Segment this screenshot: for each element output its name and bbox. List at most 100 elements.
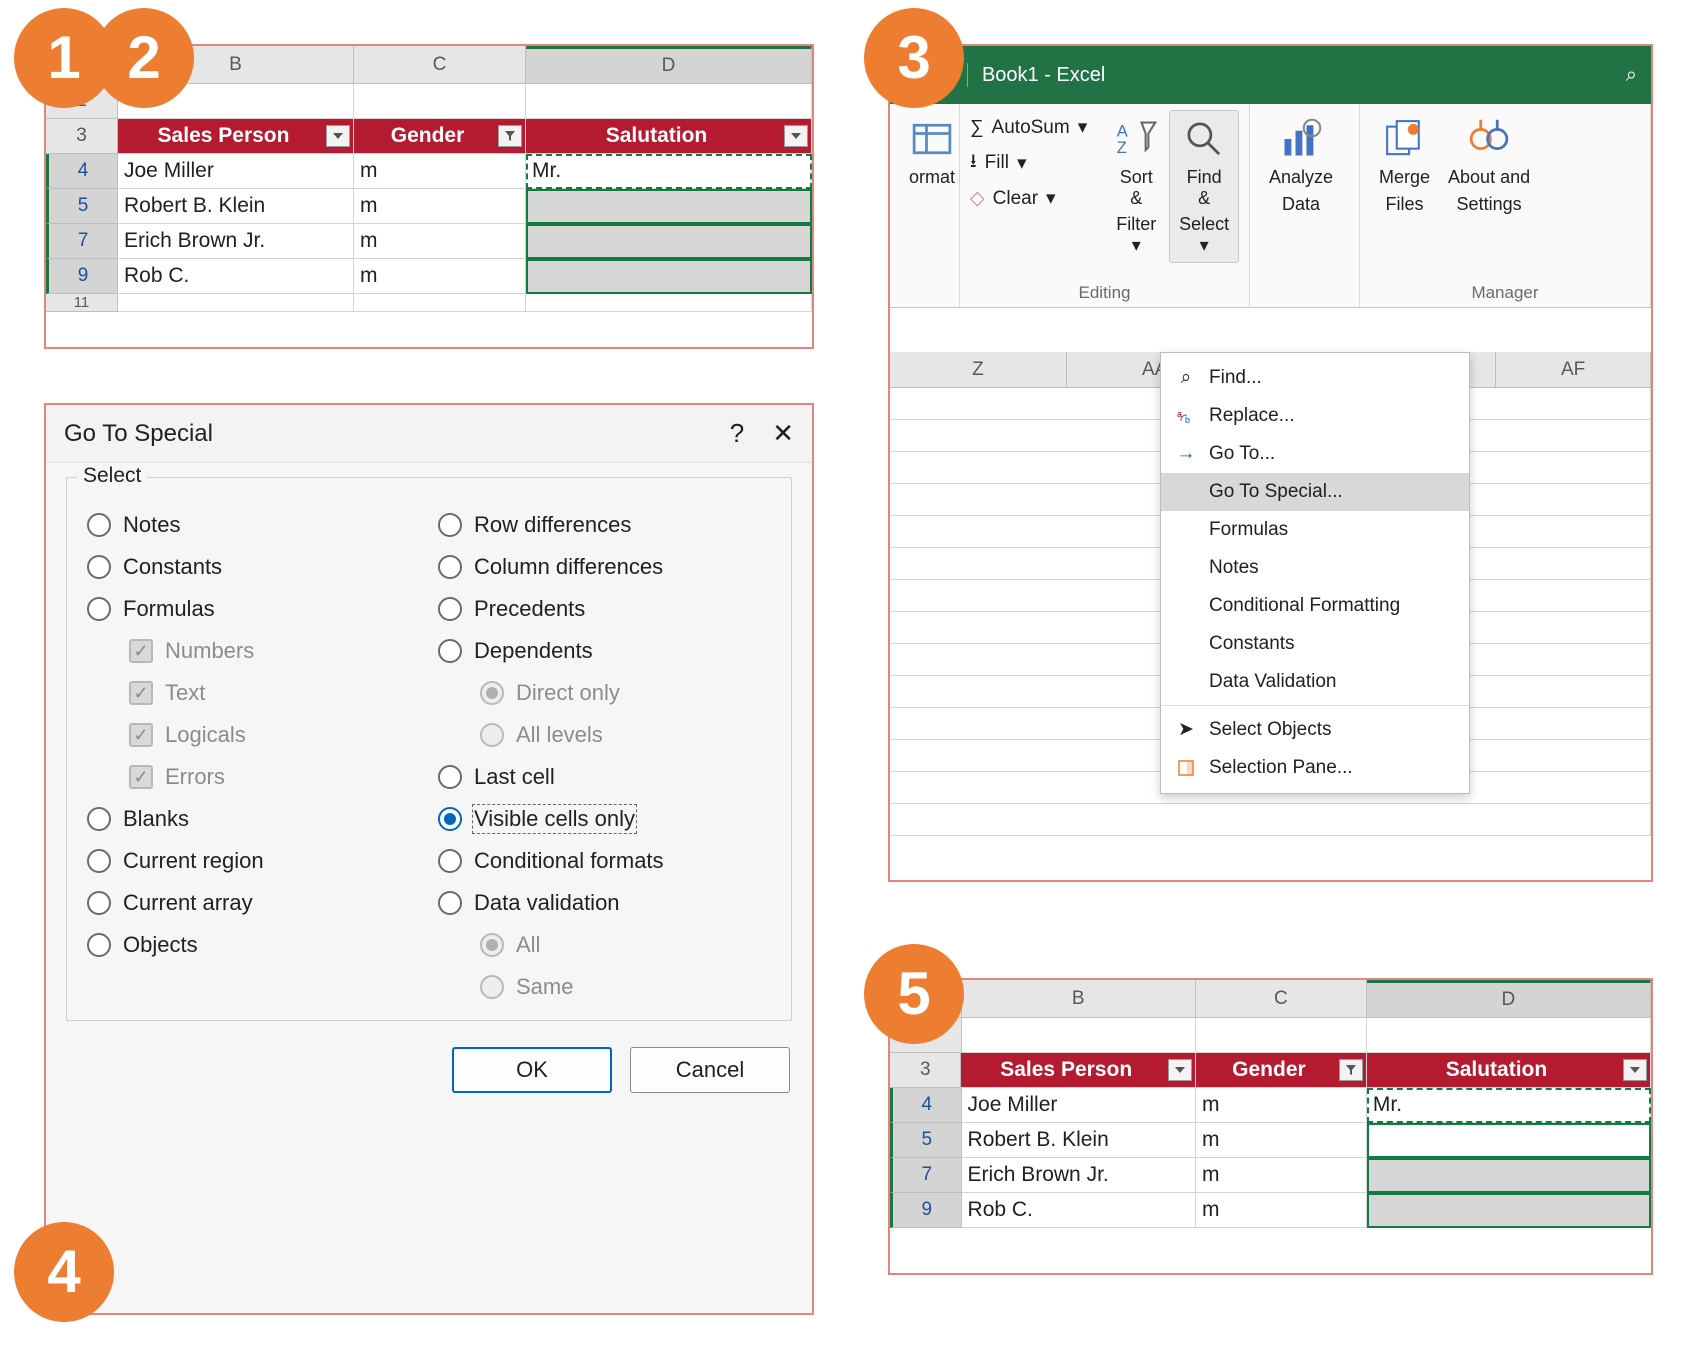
dd-notes[interactable]: Notes <box>1161 549 1469 587</box>
cell-gender[interactable]: m <box>1196 1123 1367 1158</box>
dd-select-objects[interactable]: ➤Select Objects <box>1161 710 1469 749</box>
row-header-3[interactable]: 3 <box>890 1053 961 1088</box>
row-header-9[interactable]: 9 <box>890 1193 962 1228</box>
cell-empty[interactable] <box>526 294 812 312</box>
header-sales-person[interactable]: Sales Person <box>118 119 354 154</box>
cell-person[interactable]: Rob C. <box>962 1193 1196 1228</box>
row-header-3[interactable]: 3 <box>46 119 118 154</box>
about-settings-button[interactable]: About and Settings <box>1439 110 1539 221</box>
dd-conditional-formatting[interactable]: Conditional Formatting <box>1161 587 1469 625</box>
header-salutation[interactable]: Salutation <box>1367 1053 1651 1088</box>
col-header-c[interactable]: C <box>354 46 526 84</box>
cell-gender[interactable]: m <box>354 259 526 294</box>
col-header-c[interactable]: C <box>1196 980 1367 1018</box>
cell-gender[interactable]: m <box>1196 1158 1367 1193</box>
cell-salutation-selected[interactable] <box>1367 1193 1651 1228</box>
row-header-5[interactable]: 5 <box>890 1123 962 1158</box>
cell-salutation-selected[interactable] <box>526 259 812 294</box>
cell-salutation-selected[interactable] <box>526 189 812 224</box>
cell-salutation-selected[interactable] <box>526 224 812 259</box>
option-visible-cells-only[interactable]: Visible cells only <box>434 798 775 840</box>
cell-gender[interactable]: m <box>354 154 526 189</box>
col-header-af[interactable]: AF <box>1496 352 1651 388</box>
cancel-button[interactable]: Cancel <box>630 1047 790 1093</box>
option-notes[interactable]: Notes <box>83 504 424 546</box>
filter-button-icon[interactable] <box>1168 1059 1192 1081</box>
option-current-region[interactable]: Current region <box>83 840 424 882</box>
format-button[interactable]: ormat <box>900 110 964 195</box>
search-icon[interactable]: ⌕ <box>1626 64 1637 87</box>
cell-person[interactable]: Joe Miller <box>118 154 354 189</box>
cell-gender[interactable]: m <box>354 224 526 259</box>
radio-icon <box>87 933 111 957</box>
cell-person[interactable]: Erich Brown Jr. <box>962 1158 1196 1193</box>
cell-salutation-selected[interactable] <box>1367 1123 1651 1158</box>
close-icon[interactable]: ✕ <box>772 418 794 449</box>
col-header-d[interactable]: D <box>1367 980 1651 1018</box>
cell-gender[interactable]: m <box>1196 1193 1367 1228</box>
col-header-d[interactable]: D <box>526 46 812 84</box>
cell-person[interactable]: Erich Brown Jr. <box>118 224 354 259</box>
dd-find[interactable]: ⌕Find... <box>1161 359 1469 397</box>
merge-files-button[interactable]: Merge Files <box>1370 110 1439 221</box>
col-header-z[interactable]: Z <box>890 352 1067 388</box>
option-conditional-formats[interactable]: Conditional formats <box>434 840 775 882</box>
option-row-differences[interactable]: Row differences <box>434 504 775 546</box>
dd-goto[interactable]: →Go To... <box>1161 435 1469 473</box>
cell-person[interactable]: Robert B. Klein <box>118 189 354 224</box>
option-formulas[interactable]: Formulas <box>83 588 424 630</box>
row-header-7[interactable]: 7 <box>46 224 118 259</box>
header-sales-person[interactable]: Sales Person <box>961 1053 1195 1088</box>
dd-constants[interactable]: Constants <box>1161 625 1469 663</box>
filter-button-icon[interactable] <box>1623 1059 1647 1081</box>
cell-salutation-active[interactable]: Mr. <box>526 154 812 189</box>
option-objects[interactable]: Objects <box>83 924 424 966</box>
dd-data-validation[interactable]: Data Validation <box>1161 663 1469 701</box>
cell-c2[interactable] <box>354 84 526 119</box>
option-precedents[interactable]: Precedents <box>434 588 775 630</box>
option-blanks[interactable]: Blanks <box>83 798 424 840</box>
cell-person[interactable]: Robert B. Klein <box>962 1123 1196 1158</box>
ok-button[interactable]: OK <box>452 1047 612 1093</box>
cell-person[interactable]: Joe Miller <box>962 1088 1196 1123</box>
cell-empty[interactable] <box>118 294 354 312</box>
dd-replace[interactable]: abReplace... <box>1161 397 1469 435</box>
header-gender[interactable]: Gender <box>1196 1053 1367 1088</box>
option-dependents[interactable]: Dependents <box>434 630 775 672</box>
option-constants[interactable]: Constants <box>83 546 424 588</box>
dd-formulas[interactable]: Formulas <box>1161 511 1469 549</box>
header-gender[interactable]: Gender <box>354 119 526 154</box>
row-header-4[interactable]: 4 <box>890 1088 962 1123</box>
col-header-b[interactable]: B <box>962 980 1196 1018</box>
cell-empty[interactable] <box>354 294 526 312</box>
cell-salutation-active[interactable]: Mr. <box>1367 1088 1651 1123</box>
cell-d2[interactable] <box>526 84 812 119</box>
help-button[interactable]: ? <box>730 418 744 449</box>
row-header-11[interactable]: 11 <box>46 294 118 312</box>
fill-item[interactable]: ⭳Fill▾ <box>970 147 1087 179</box>
header-salutation[interactable]: Salutation <box>526 119 812 154</box>
option-data-validation[interactable]: Data validation <box>434 882 775 924</box>
option-column-differences[interactable]: Column differences <box>434 546 775 588</box>
filter-button-icon[interactable] <box>784 125 808 147</box>
filter-button-icon[interactable] <box>326 125 350 147</box>
row-header-5[interactable]: 5 <box>46 189 118 224</box>
autosum-item[interactable]: ∑AutoSum▾ <box>970 116 1087 139</box>
cell-salutation-selected[interactable] <box>1367 1158 1651 1193</box>
cell-person[interactable]: Rob C. <box>118 259 354 294</box>
find-select-button[interactable]: Find & Select ▾ <box>1169 110 1239 263</box>
dd-selection-pane[interactable]: Selection Pane... <box>1161 749 1469 787</box>
option-last-cell[interactable]: Last cell <box>434 756 775 798</box>
row-header-7[interactable]: 7 <box>890 1158 962 1193</box>
filter-applied-icon[interactable] <box>1339 1059 1363 1081</box>
sort-filter-button[interactable]: AZ Sort & Filter ▾ <box>1105 110 1167 263</box>
row-header-9[interactable]: 9 <box>46 259 118 294</box>
option-current-array[interactable]: Current array <box>83 882 424 924</box>
dd-goto-special[interactable]: Go To Special... <box>1161 473 1469 511</box>
cell-gender[interactable]: m <box>1196 1088 1367 1123</box>
row-header-4[interactable]: 4 <box>46 154 118 189</box>
cell-gender[interactable]: m <box>354 189 526 224</box>
clear-item[interactable]: ◇Clear▾ <box>970 187 1087 210</box>
analyze-data-button[interactable]: Analyze Data <box>1260 110 1342 221</box>
filter-applied-icon[interactable] <box>498 125 522 147</box>
